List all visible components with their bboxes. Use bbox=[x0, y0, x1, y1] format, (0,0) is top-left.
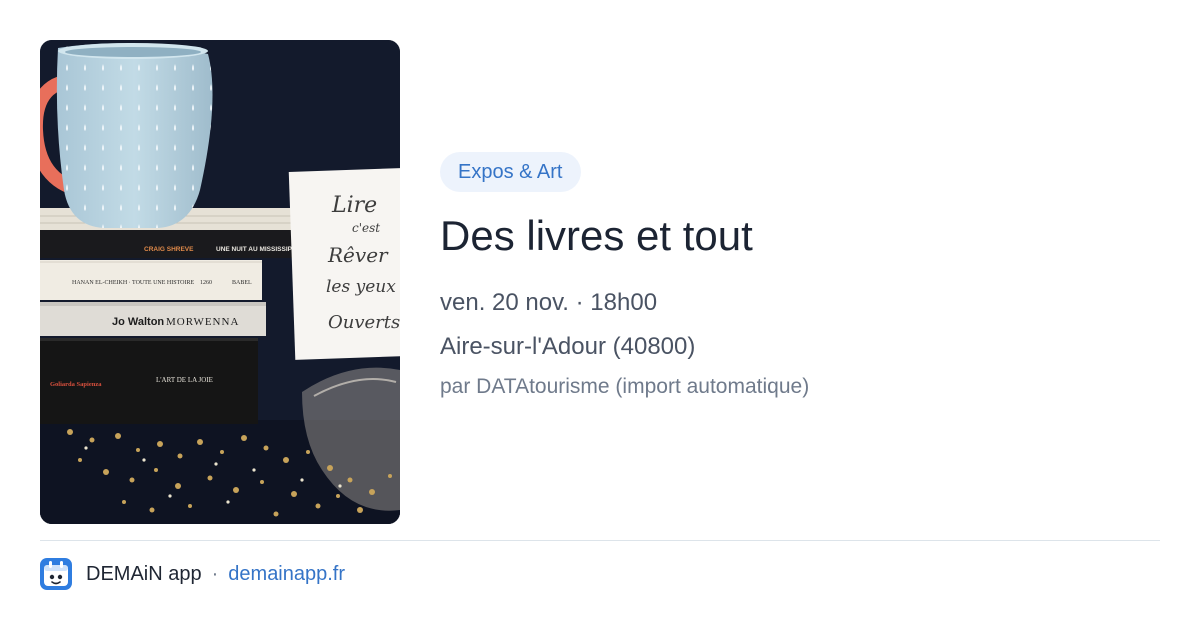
event-photo: CRAIG SHREVE UNE NUIT AU MISSISSIPPI HAN… bbox=[40, 40, 400, 524]
footer-divider bbox=[40, 540, 1160, 541]
book-spine-title-1: UNE NUIT AU MISSISSIPPI bbox=[216, 246, 298, 253]
book-spine-publisher-2: BABEL bbox=[232, 280, 252, 286]
quote-line-2: c'est bbox=[352, 221, 380, 235]
book-spine-author-4: Goliarda Sapienza bbox=[50, 381, 102, 388]
event-location: Aire-sur-l'Adour (40800) bbox=[440, 333, 696, 360]
book-spine-title-2: HANAN EL-CHEIKH · TOUTE UNE HISTOIRE bbox=[72, 280, 194, 286]
book-spine-author-3: Jo Walton bbox=[112, 316, 164, 328]
footer: DEMAiN app · demainapp.fr bbox=[40, 558, 345, 590]
quote-line-3: Rêver bbox=[327, 243, 389, 267]
book-spine-author-1: CRAIG SHREVE bbox=[144, 246, 194, 253]
book-spine-number-2: 1260 bbox=[200, 280, 212, 286]
book-spine-title-4: L'ART DE LA JOIE bbox=[156, 376, 213, 384]
quote-line-1: Lire bbox=[331, 193, 377, 218]
event-datetime: ven. 20 nov. · 18h00 bbox=[440, 289, 658, 316]
site-link[interactable]: demainapp.fr bbox=[228, 563, 345, 586]
demain-app-icon bbox=[40, 558, 72, 590]
footer-separator: · bbox=[211, 562, 219, 585]
event-title: Des livres et tout bbox=[440, 212, 753, 259]
category-tag[interactable]: Expos & Art bbox=[440, 152, 581, 192]
event-details: Expos & Art Des livres et tout ven. 20 n… bbox=[440, 152, 1160, 402]
books-and-mug-illustration: CRAIG SHREVE UNE NUIT AU MISSISSIPPI HAN… bbox=[40, 40, 400, 524]
quote-line-4: les yeux bbox=[326, 277, 396, 297]
event-source: par DATAtourisme (import automatique) bbox=[440, 375, 810, 398]
quote-line-5: Ouverts bbox=[328, 312, 400, 333]
book-spine-title-3: MORWENNA bbox=[166, 316, 239, 328]
app-name: DEMAiN app bbox=[86, 562, 202, 585]
